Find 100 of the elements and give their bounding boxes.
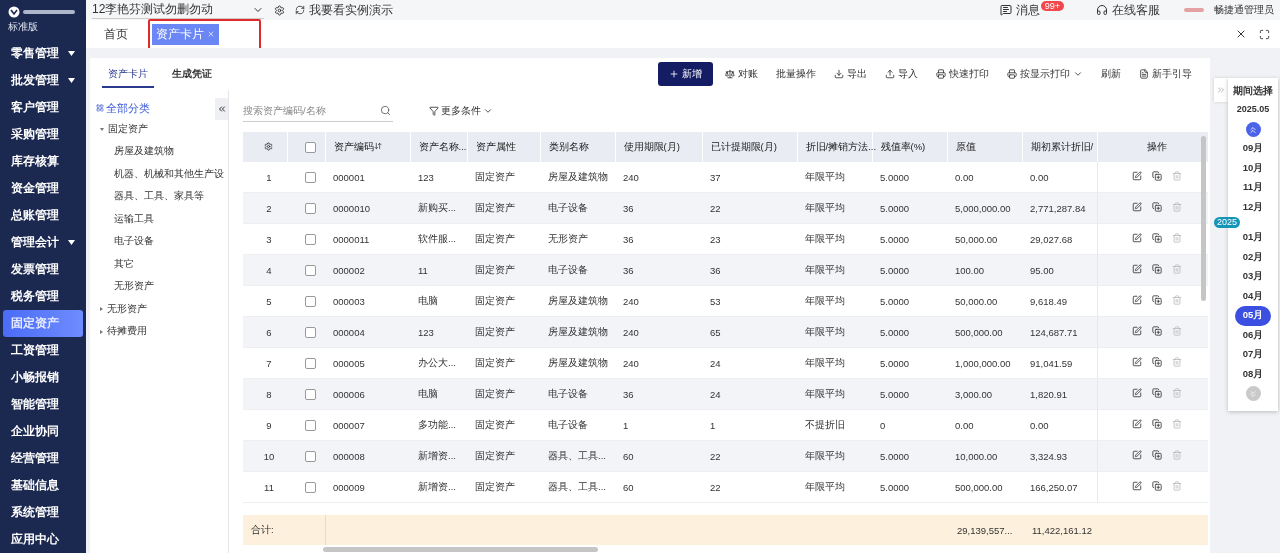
sidebar-item[interactable]: 资金管理 xyxy=(3,175,83,202)
tree-node[interactable]: 待摊费用 xyxy=(96,320,147,343)
tree-node[interactable]: 电子设备 xyxy=(96,230,154,253)
month-item[interactable]: 01月 xyxy=(1235,228,1271,248)
sidebar-item[interactable]: 智能管理 xyxy=(3,391,83,418)
copy-icon[interactable] xyxy=(1151,171,1162,181)
edit-icon[interactable] xyxy=(1131,326,1142,336)
month-item[interactable]: 11月 xyxy=(1235,178,1271,198)
user-name[interactable]: 畅捷通管理员 xyxy=(1214,3,1274,17)
copy-icon[interactable] xyxy=(1151,450,1162,460)
tree-node[interactable]: 无形资产 xyxy=(96,275,154,298)
toolbar-button[interactable]: 批量操作 xyxy=(770,63,822,85)
edit-icon[interactable] xyxy=(1131,419,1142,429)
copy-icon[interactable] xyxy=(1151,295,1162,305)
toolbar-button[interactable]: 导入 xyxy=(879,63,924,85)
messages-button[interactable]: 消息 xyxy=(999,1,1040,19)
edit-icon[interactable] xyxy=(1131,295,1142,305)
tree-node[interactable]: 其它 xyxy=(96,253,134,276)
edit-icon[interactable] xyxy=(1131,264,1142,274)
copy-icon[interactable] xyxy=(1151,264,1162,274)
sidebar-item[interactable]: 发票管理 xyxy=(3,256,83,283)
edit-icon[interactable] xyxy=(1131,171,1142,181)
row-checkbox[interactable] xyxy=(304,296,316,307)
month-item[interactable]: 07月 xyxy=(1235,345,1271,365)
filter-button[interactable]: 更多条件 xyxy=(429,104,493,118)
scrollbar[interactable] xyxy=(323,546,598,552)
month-item[interactable]: 12月 xyxy=(1235,197,1271,217)
row-checkbox[interactable] xyxy=(304,265,316,276)
month-item[interactable]: 05月 xyxy=(1235,306,1271,326)
row-checkbox[interactable] xyxy=(304,420,316,431)
scroll-up-button[interactable] xyxy=(1245,122,1261,137)
sidebar-item[interactable]: 小畅报销 xyxy=(3,364,83,391)
tree-node[interactable]: 无形资产 xyxy=(96,298,147,321)
copy-icon[interactable] xyxy=(1151,388,1162,398)
month-item[interactable]: 10月 xyxy=(1235,158,1271,178)
tree-node[interactable]: 器具、工具、家具等 xyxy=(96,185,204,208)
sidebar-item[interactable]: 采购管理 xyxy=(3,121,83,148)
company-select[interactable]: 12李艳芬测试勿删勿动 xyxy=(92,1,264,19)
select-all-checkbox[interactable] xyxy=(304,142,316,153)
column-header[interactable]: 资产编码 xyxy=(325,132,410,162)
sidebar-item[interactable]: 管理会计 xyxy=(3,229,83,256)
tree-node[interactable]: 固定资产 xyxy=(96,118,148,141)
row-checkbox[interactable] xyxy=(304,389,316,400)
sidebar-item[interactable]: 系统管理 xyxy=(3,499,83,526)
toolbar-button[interactable]: 导出 xyxy=(828,63,873,85)
month-item[interactable]: 09月 xyxy=(1235,139,1271,159)
settings-icon[interactable] xyxy=(274,4,285,16)
collapse-button[interactable] xyxy=(215,98,228,120)
sidebar-item[interactable]: 税务管理 xyxy=(3,283,83,310)
page-tab[interactable]: 首页 xyxy=(96,18,136,50)
edit-icon[interactable] xyxy=(1131,233,1142,243)
sidebar-item[interactable]: 零售管理 xyxy=(3,40,83,67)
row-checkbox[interactable] xyxy=(304,358,316,369)
row-checkbox[interactable] xyxy=(304,327,316,338)
month-item[interactable]: 04月 xyxy=(1235,286,1271,306)
close-icon[interactable] xyxy=(1235,28,1247,40)
month-item[interactable]: 06月 xyxy=(1235,325,1271,345)
sidebar-item[interactable]: 批发管理 xyxy=(3,67,83,94)
toolbar-button[interactable]: 刷新 xyxy=(1095,63,1127,85)
tree-node[interactable]: 机器、机械和其他生产设 xyxy=(96,163,224,186)
sidebar-item[interactable]: 库存核算 xyxy=(3,148,83,175)
sidebar-item[interactable]: 企业协同 xyxy=(3,418,83,445)
sub-tab[interactable]: 资产卡片 xyxy=(102,60,154,88)
copy-icon[interactable] xyxy=(1151,481,1162,491)
sidebar-item[interactable]: 基础信息 xyxy=(3,472,83,499)
row-checkbox[interactable] xyxy=(304,451,316,462)
tree-root[interactable]: 全部分类 xyxy=(96,98,150,118)
tree-node[interactable]: 房屋及建筑物 xyxy=(96,140,174,163)
row-checkbox[interactable] xyxy=(304,203,316,214)
edit-icon[interactable] xyxy=(1131,202,1142,212)
scrollbar[interactable] xyxy=(1201,136,1206,301)
sidebar-item[interactable]: 应用中心 xyxy=(3,526,83,553)
support-button[interactable]: 在线客服 xyxy=(1096,1,1160,19)
copy-icon[interactable] xyxy=(1151,233,1162,243)
fullscreen-icon[interactable] xyxy=(1259,28,1270,40)
month-item[interactable]: 08月 xyxy=(1235,364,1271,384)
tree-node[interactable]: 运输工具 xyxy=(96,208,154,231)
copy-icon[interactable] xyxy=(1151,202,1162,212)
toolbar-button[interactable]: 快速打印 xyxy=(930,63,995,85)
toolbar-button[interactable]: 对账 xyxy=(719,63,764,85)
sidebar-item[interactable]: 经营管理 xyxy=(3,445,83,472)
sidebar-item[interactable]: 总账管理 xyxy=(3,202,83,229)
toolbar-button[interactable]: 新增 xyxy=(658,62,713,86)
copy-icon[interactable] xyxy=(1151,326,1162,336)
row-checkbox[interactable] xyxy=(304,482,316,493)
toolbar-button[interactable]: 新手引导 xyxy=(1133,63,1198,85)
sort-icon[interactable] xyxy=(373,141,382,150)
settings-icon[interactable] xyxy=(264,141,274,151)
edit-icon[interactable] xyxy=(1131,450,1142,460)
month-item[interactable]: 02月 xyxy=(1235,247,1271,267)
edit-icon[interactable] xyxy=(1131,388,1142,398)
sidebar-item[interactable]: 客户管理 xyxy=(3,94,83,121)
search-icon[interactable] xyxy=(380,105,391,116)
copy-icon[interactable] xyxy=(1151,419,1162,429)
row-checkbox[interactable] xyxy=(304,172,316,183)
demo-link[interactable]: 我要看实例演示 xyxy=(295,1,393,19)
edit-icon[interactable] xyxy=(1131,357,1142,367)
month-item[interactable]: 03月 xyxy=(1235,267,1271,287)
toolbar-button[interactable]: 按显示打印 xyxy=(1001,63,1089,85)
copy-icon[interactable] xyxy=(1151,357,1162,367)
